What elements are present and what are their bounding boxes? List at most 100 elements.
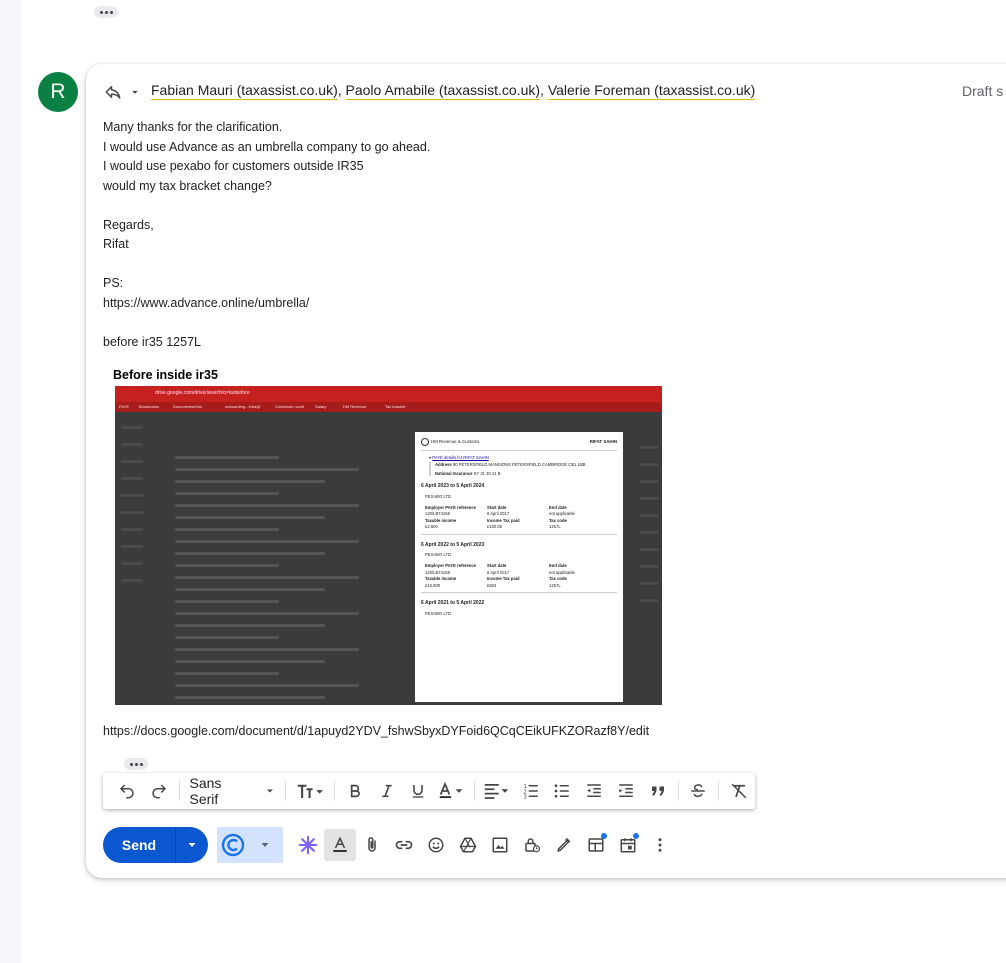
hmrc-document: HM Revenue & Customs RIFAT SAHIN ▾ PAYE … bbox=[415, 432, 623, 702]
hmrc-period-title: 6 April 2021 to 5 April 2022 bbox=[421, 600, 485, 607]
screenshot-bookmark: Tax bracket bbox=[385, 404, 406, 409]
body-line: I would use Advance as an umbrella compa… bbox=[103, 139, 431, 154]
font-size-icon bbox=[298, 784, 324, 798]
numbered-list-button[interactable]: 123 bbox=[515, 777, 547, 805]
bulleted-list-button[interactable] bbox=[547, 777, 579, 805]
indent-more-button[interactable] bbox=[610, 777, 642, 805]
show-trimmed-content-button[interactable] bbox=[94, 6, 118, 18]
recipient-chip[interactable]: Paolo Amabile (taxassist.co.uk) bbox=[345, 82, 541, 100]
redo-icon bbox=[151, 784, 166, 799]
body-line: would my tax bracket change? bbox=[103, 178, 272, 193]
body-line: https://www.advance.online/umbrella/ bbox=[103, 295, 310, 310]
reply-type-menu[interactable] bbox=[104, 81, 142, 103]
bold-button[interactable] bbox=[339, 777, 371, 805]
body-line: before ir35 1257L bbox=[103, 334, 201, 349]
sparkle-icon bbox=[298, 835, 318, 855]
recipient-separator: , bbox=[540, 82, 544, 98]
chevron-down-icon bbox=[132, 90, 138, 94]
recipients-field[interactable]: Fabian Mauri (taxassist.co.uk), Paolo Am… bbox=[151, 82, 756, 100]
body-line: Rifat bbox=[103, 237, 129, 251]
hmrc-period-title: 6 April 2023 to 5 April 2024 bbox=[421, 483, 485, 490]
numbered-list-icon: 123 bbox=[523, 784, 538, 800]
new-feature-dot bbox=[633, 833, 639, 839]
recipient-chip[interactable]: Valerie Foreman (taxassist.co.uk) bbox=[547, 82, 756, 100]
insert-drive-button[interactable] bbox=[452, 829, 484, 861]
layouts-button[interactable] bbox=[580, 829, 612, 861]
send-options-button[interactable] bbox=[175, 827, 208, 863]
recipient-chip[interactable]: Fabian Mauri (taxassist.co.uk) bbox=[151, 82, 338, 100]
screenshot-bookmark: Documents/infor bbox=[173, 404, 203, 409]
screenshot-right-column bbox=[640, 446, 658, 616]
hmrc-ni: SY 31 30 21 B bbox=[473, 470, 501, 476]
ai-assist-button[interactable] bbox=[292, 829, 324, 861]
toolbar-divider bbox=[474, 781, 476, 801]
strikethrough-button[interactable] bbox=[683, 777, 715, 805]
toolbar-divider bbox=[178, 781, 180, 801]
lock-clock-icon bbox=[525, 838, 541, 853]
align-button[interactable] bbox=[479, 777, 515, 805]
font-family-select[interactable]: Sans Serif bbox=[184, 775, 282, 807]
compose-card: Fabian Mauri (taxassist.co.uk), Paolo Am… bbox=[86, 64, 1006, 878]
confidential-mode-button[interactable] bbox=[516, 829, 548, 861]
undo-button[interactable] bbox=[111, 777, 143, 805]
hmrc-address-label: Address bbox=[435, 462, 452, 468]
body-line: Many thanks for the clarification. bbox=[103, 120, 283, 134]
hmrc-name-header: RIFAT SAHIN bbox=[589, 439, 617, 445]
screenshot-bookmark: Codebook nuvid bbox=[275, 404, 304, 409]
formatting-options-button[interactable] bbox=[324, 829, 356, 861]
extension-button[interactable] bbox=[217, 827, 283, 863]
hmrc-employer: PEXABO LTD bbox=[425, 493, 451, 499]
remove-formatting-button[interactable] bbox=[723, 777, 755, 805]
show-trimmed-content-button[interactable] bbox=[124, 758, 148, 770]
schedule-event-button[interactable] bbox=[612, 829, 644, 861]
hmrc-agency: HM Revenue & Customs bbox=[431, 439, 480, 445]
body-line: I would use pexabo for customers outside… bbox=[103, 159, 364, 173]
text-color-button[interactable] bbox=[434, 777, 470, 805]
insert-emoji-button[interactable] bbox=[420, 829, 452, 861]
toolbar-divider bbox=[285, 781, 287, 801]
drive-icon bbox=[459, 837, 477, 853]
text-format-icon bbox=[333, 836, 347, 852]
underline-icon bbox=[413, 785, 424, 798]
screenshot-file-list bbox=[175, 456, 405, 705]
screenshot-sidebar bbox=[121, 426, 151, 596]
pen-icon bbox=[557, 837, 571, 852]
emoji-icon bbox=[428, 837, 444, 853]
inline-screenshot-image[interactable]: drive.google.com/drive/search/q=taxbefor… bbox=[115, 386, 662, 705]
redo-button[interactable] bbox=[143, 777, 175, 805]
more-vert-icon bbox=[658, 838, 662, 852]
toolbar-divider bbox=[334, 781, 336, 801]
message-body[interactable]: Many thanks for the clarification. I wou… bbox=[103, 118, 430, 352]
screenshot-bookmark: onboarding - infra@ bbox=[225, 404, 261, 409]
email-thread: R Fabian Mauri (taxassist.co.uk), Paolo … bbox=[22, 0, 1006, 963]
body-line bbox=[103, 313, 430, 333]
image-icon bbox=[492, 837, 508, 853]
insert-link-button[interactable] bbox=[388, 829, 420, 861]
screenshot-bookmark: Bookmarks bbox=[139, 404, 160, 409]
strikethrough-icon bbox=[691, 784, 706, 798]
quote-button[interactable] bbox=[642, 777, 674, 805]
send-button[interactable]: Send bbox=[103, 827, 175, 863]
body-line: Regards, bbox=[103, 217, 154, 232]
link-icon bbox=[395, 840, 413, 850]
screenshot-bookmark: Salary bbox=[315, 404, 327, 409]
bulleted-list-icon bbox=[555, 784, 570, 798]
insert-signature-button[interactable] bbox=[548, 829, 580, 861]
screenshot-bookmark: PAYE bbox=[119, 404, 130, 409]
underline-button[interactable] bbox=[403, 777, 435, 805]
hmrc-period-grid: Employer PAYE reference Start date End dat… bbox=[425, 563, 575, 588]
quote-icon bbox=[651, 786, 664, 796]
font-size-button[interactable] bbox=[290, 777, 330, 805]
reply-icon bbox=[105, 86, 121, 99]
formatting-toolbar: Sans Serif 1 2 3 bbox=[103, 773, 755, 809]
remove-formatting-icon bbox=[731, 783, 747, 799]
insert-photo-button[interactable] bbox=[484, 829, 516, 861]
bold-icon bbox=[350, 784, 360, 798]
caret-down-icon bbox=[188, 843, 196, 847]
more-options-button[interactable] bbox=[644, 829, 676, 861]
attach-files-button[interactable] bbox=[356, 829, 388, 861]
text-color-icon bbox=[439, 782, 463, 798]
indent-less-button[interactable] bbox=[578, 777, 610, 805]
google-doc-link[interactable]: https://docs.google.com/document/d/1apuy… bbox=[103, 724, 649, 738]
italic-button[interactable] bbox=[371, 777, 403, 805]
